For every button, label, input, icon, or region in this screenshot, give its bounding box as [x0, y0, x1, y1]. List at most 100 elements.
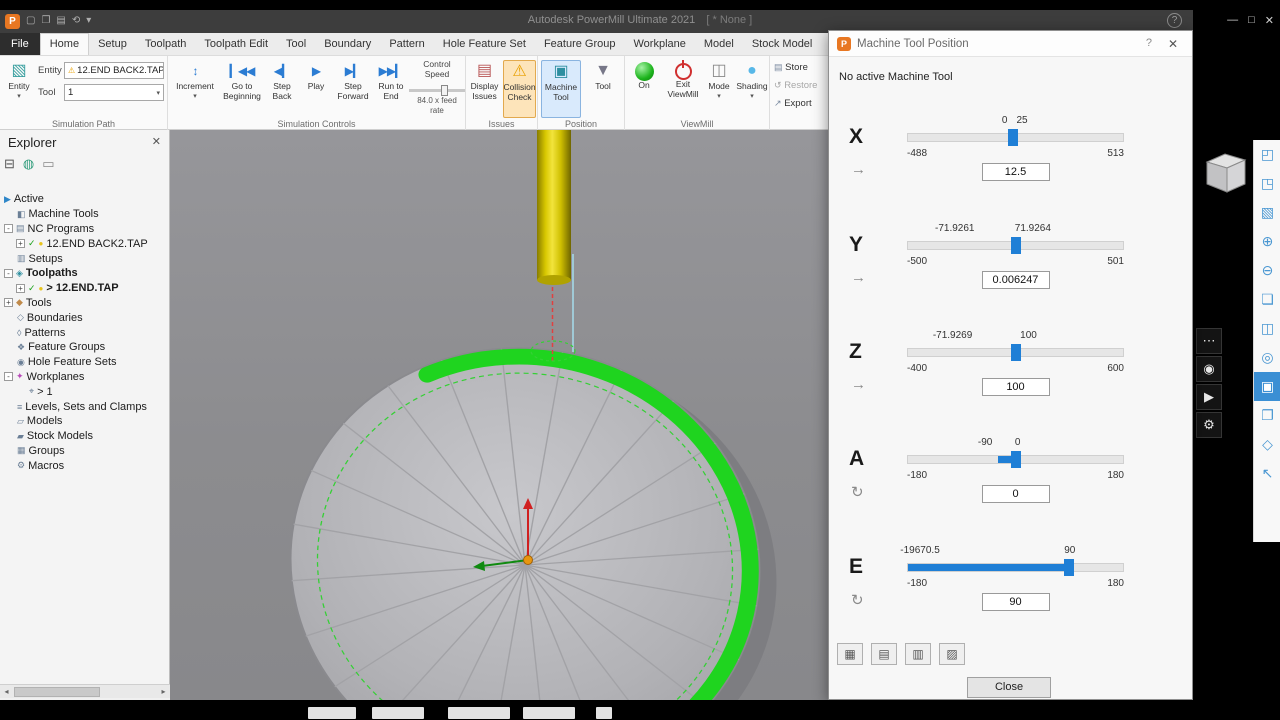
expand-toggle-icon[interactable]: +	[16, 239, 25, 249]
zoom-search-icon[interactable]: ◎	[1254, 343, 1280, 372]
step-back-button[interactable]: ◀▎ Step Back	[266, 60, 298, 101]
zoom-out-icon[interactable]: ⊖	[1254, 256, 1280, 285]
tab-hole-feature-set[interactable]: Hole Feature Set	[434, 33, 535, 55]
axis-z-value-input[interactable]	[981, 378, 1050, 396]
scroll-right-icon[interactable]: ▸	[157, 685, 170, 698]
go-to-beginning-button[interactable]: ▎◀◀ Go to Beginning	[222, 60, 262, 101]
export-button[interactable]: ↗ Export	[774, 98, 812, 109]
record-icon[interactable]: ▶	[1196, 384, 1222, 410]
preset-button-1[interactable]: ▦	[837, 643, 863, 665]
tab-home[interactable]: Home	[39, 33, 90, 55]
expand-toggle-icon[interactable]: -	[4, 224, 13, 234]
preset-button-4[interactable]: ▨	[939, 643, 965, 665]
view-cube[interactable]	[1197, 146, 1253, 202]
slider-handle[interactable]	[1008, 129, 1019, 146]
axis-x-slider[interactable]	[907, 129, 1124, 146]
trash-icon[interactable]: ▭	[42, 156, 54, 172]
tree-item-setups[interactable]: ▥ Setups	[0, 251, 169, 266]
help-icon[interactable]: ?	[1167, 13, 1182, 28]
explorer-close-icon[interactable]: ✕	[152, 135, 161, 148]
cube-view-icon[interactable]: ▧	[1254, 198, 1280, 227]
save-icon[interactable]: ▤	[56, 13, 65, 29]
tree-item-macros[interactable]: ⚙ Macros	[0, 458, 169, 473]
viewmill-shading-button[interactable]: ● Shading ▾	[736, 60, 768, 101]
undo-icon[interactable]: ⟲	[72, 13, 80, 29]
view-iso-icon[interactable]: ◳	[1254, 169, 1280, 198]
speed-slider[interactable]	[409, 85, 465, 96]
dialog-close-button[interactable]: Close	[967, 677, 1051, 698]
axis-y-slider[interactable]	[907, 237, 1124, 254]
collision-check-button[interactable]: ⚠ Collision Check	[503, 60, 536, 118]
tab-model[interactable]: Model	[695, 33, 743, 55]
step-forward-button[interactable]: ▶▎ Step Forward	[334, 60, 372, 101]
preset-button-3[interactable]: ▥	[905, 643, 931, 665]
play-button[interactable]: ▶ Play	[302, 60, 330, 92]
increment-button[interactable]: ↕ Increment ▾	[172, 60, 218, 101]
tab-file[interactable]: File	[0, 33, 40, 55]
tree-list-icon[interactable]: ⊟	[4, 156, 15, 172]
tab-setup[interactable]: Setup	[89, 33, 136, 55]
select-cursor-icon[interactable]: ↖	[1254, 459, 1280, 488]
dialog-close-icon[interactable]: ✕	[1168, 37, 1178, 51]
entity-dropdown[interactable]: ⚠ 12.END BACK2.TAP ▾	[64, 62, 164, 79]
expand-toggle-icon[interactable]: +	[4, 298, 13, 308]
explorer-scrollbar[interactable]: ◂ ▸	[0, 684, 170, 698]
machine-tool-button[interactable]: ▣ Machine Tool	[541, 60, 581, 118]
tree-item-groups[interactable]: ▦ Groups	[0, 444, 169, 459]
expand-toggle-icon[interactable]: ▶	[4, 194, 11, 205]
dialog-titlebar[interactable]: P Machine Tool Position ? ✕	[829, 31, 1192, 57]
tab-pattern[interactable]: Pattern	[380, 33, 433, 55]
position-tool-button[interactable]: ▼ Tool	[584, 60, 622, 92]
scroll-left-icon[interactable]: ◂	[0, 685, 13, 698]
tree-item-patterns[interactable]: ◊ Patterns	[0, 325, 169, 340]
new-file-icon[interactable]: ▢	[26, 13, 35, 29]
quick-access-dropdown-icon[interactable]: ▾	[86, 13, 91, 29]
tab-tool[interactable]: Tool	[277, 33, 315, 55]
viewmill-on-button[interactable]: On	[628, 60, 660, 91]
slider-handle[interactable]	[1064, 559, 1075, 576]
minimize-button[interactable]: —	[1227, 14, 1238, 27]
tree-item-stock-models[interactable]: ▰ Stock Models	[0, 429, 169, 444]
tree-item-boundaries[interactable]: ◇ Boundaries	[0, 310, 169, 325]
powermill-logo[interactable]: P	[5, 13, 20, 29]
run-to-end-button[interactable]: ▶▶▎ Run to End	[374, 60, 408, 101]
tree-item-machine-tools[interactable]: ◧ Machine Tools	[0, 207, 169, 222]
exit-viewmill-button[interactable]: Exit ViewMill	[664, 60, 702, 99]
open-icon[interactable]: ❐	[41, 13, 50, 29]
tab-toolpath[interactable]: Toolpath	[136, 33, 196, 55]
page-icon[interactable]: ❏	[1254, 285, 1280, 314]
slider-handle[interactable]	[1010, 451, 1021, 468]
tab-feature-group[interactable]: Feature Group	[535, 33, 625, 55]
tree-item-feature-groups[interactable]: ❖ Feature Groups	[0, 340, 169, 355]
tree-item-workplanes[interactable]: - ✦ Workplanes	[0, 370, 169, 385]
store-button[interactable]: ▤ Store	[774, 62, 808, 73]
expand-toggle-icon[interactable]: +	[16, 283, 25, 293]
restore-button[interactable]: ↺ Restore	[774, 80, 817, 91]
axis-y-value-input[interactable]	[981, 271, 1050, 289]
tree-item-levels-sets-clamps[interactable]: ≡ Levels, Sets and Clamps	[0, 399, 169, 414]
tree-item-hole-feature-sets[interactable]: ◉ Hole Feature Sets	[0, 355, 169, 370]
scrollbar-thumb[interactable]	[14, 687, 100, 697]
tree-item-nc-program-child[interactable]: + ✓ ● 12.END BACK2.TAP	[0, 236, 169, 251]
tree-item-toolpath-child[interactable]: + ✓ ● > 12.END.TAP	[0, 281, 169, 296]
camera-icon[interactable]: ◉	[1196, 356, 1222, 382]
axis-x-value-input[interactable]	[981, 163, 1050, 181]
axis-a-slider[interactable]	[907, 451, 1124, 468]
web-icon[interactable]: ◍	[23, 156, 34, 172]
tree-item-workplane-child[interactable]: ⌖ > 1	[0, 384, 169, 399]
multi-window-icon[interactable]: ◫	[1254, 314, 1280, 343]
tree-item-tools[interactable]: + ◆ Tools	[0, 296, 169, 311]
viewmill-mode-button[interactable]: ◫ Mode ▾	[704, 60, 734, 101]
tab-workplane[interactable]: Workplane	[624, 33, 694, 55]
dialog-help-icon[interactable]: ?	[1146, 37, 1152, 49]
preset-button-2[interactable]: ▤	[871, 643, 897, 665]
wireframe-view-icon[interactable]: ◇	[1254, 430, 1280, 459]
maximize-button[interactable]: □	[1248, 14, 1255, 27]
tool-dropdown[interactable]: 1 ▾	[64, 84, 164, 101]
close-button[interactable]: ✕	[1265, 14, 1274, 27]
overflow-menu-icon[interactable]: ⋯	[1196, 328, 1222, 354]
tab-toolpath-edit[interactable]: Toolpath Edit	[195, 33, 277, 55]
entity-menu-button[interactable]: ▧ Entity ▾	[4, 60, 34, 101]
axis-e-slider[interactable]	[907, 559, 1124, 576]
tree-item-toolpaths[interactable]: - ◈ Toolpaths	[0, 266, 169, 281]
